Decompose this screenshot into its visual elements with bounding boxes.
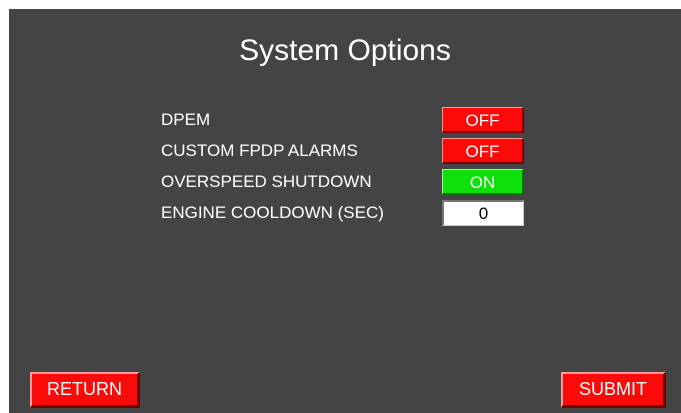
dpem-label: DPEM xyxy=(161,110,211,129)
page-title: System Options xyxy=(239,34,451,67)
engine-cooldown-label: ENGINE COOLDOWN (SEC) xyxy=(161,203,384,222)
overspeed-shutdown-toggle[interactable]: ON xyxy=(442,169,524,195)
dpem-toggle[interactable]: OFF xyxy=(442,107,524,133)
custom-fpdp-alarms-label: CUSTOM FPDP ALARMS xyxy=(161,141,358,160)
return-button[interactable]: RETURN xyxy=(30,372,140,408)
system-options-screen: System Options DPEM OFF CUSTOM FPDP ALAR… xyxy=(9,9,681,413)
engine-cooldown-input[interactable]: 0 xyxy=(442,200,524,226)
overspeed-shutdown-label: OVERSPEED SHUTDOWN xyxy=(161,172,372,191)
custom-fpdp-alarms-toggle[interactable]: OFF xyxy=(442,138,524,164)
submit-button[interactable]: SUBMIT xyxy=(561,372,666,408)
